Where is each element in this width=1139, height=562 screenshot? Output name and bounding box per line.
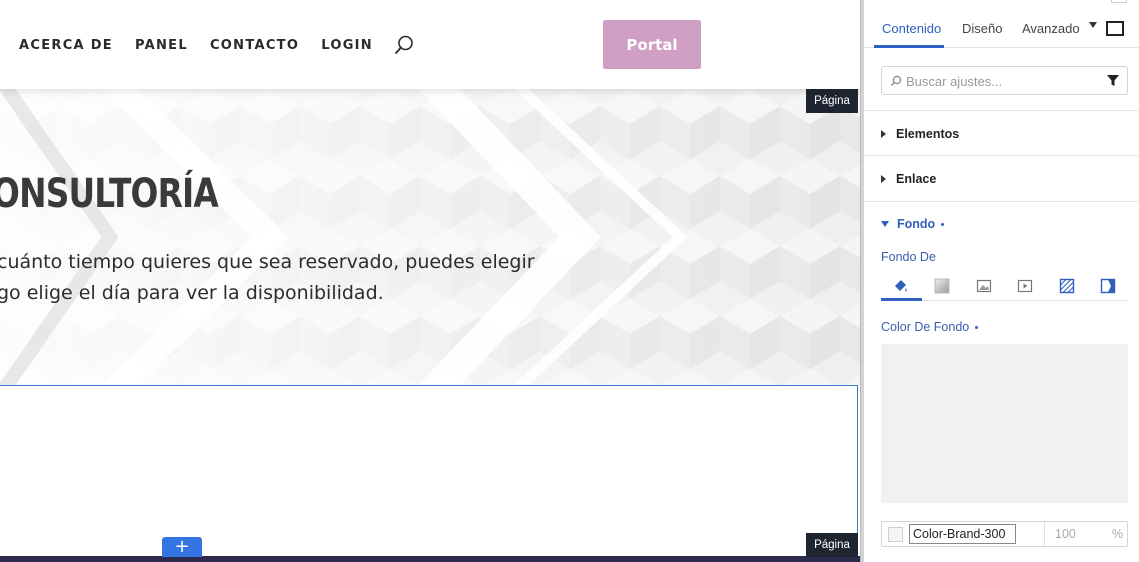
section-fondo-header[interactable]: Fondo bbox=[881, 216, 945, 232]
panel-tabs: Contenido Diseño Avanzado bbox=[864, 0, 1139, 48]
active-tab-indicator bbox=[874, 45, 944, 48]
caret-right-icon bbox=[881, 175, 886, 183]
filter-icon[interactable] bbox=[1107, 75, 1119, 87]
selected-empty-section[interactable] bbox=[0, 385, 858, 557]
top-edge-mark bbox=[1111, 0, 1127, 3]
opacity-input[interactable]: 100 bbox=[1055, 527, 1076, 541]
section-elementos-header: Elementos bbox=[881, 126, 959, 142]
settings-search bbox=[881, 66, 1128, 95]
main-nav: ACERCA DE PANEL CONTACTO LOGIN bbox=[19, 34, 415, 56]
tab-diseno[interactable]: Diseño bbox=[962, 21, 1002, 36]
section-enlace-header: Enlace bbox=[881, 171, 936, 187]
hero-background-pattern bbox=[0, 89, 860, 385]
pattern-icon[interactable] bbox=[1059, 278, 1075, 294]
footer-strip bbox=[0, 556, 860, 562]
responsive-toggle-icon[interactable] bbox=[1106, 21, 1124, 36]
overlay-icon[interactable] bbox=[1100, 278, 1116, 294]
hero-title: ONSULTORÍA bbox=[0, 171, 219, 217]
color-value-row: Color-Brand-300 100 % bbox=[881, 521, 1128, 547]
section-elementos-label: Elementos bbox=[896, 127, 960, 141]
section-enlace[interactable]: Enlace bbox=[864, 155, 1139, 201]
page-tag-top[interactable]: Página bbox=[806, 89, 858, 113]
tab-contenido[interactable]: Contenido bbox=[882, 21, 941, 36]
caret-right-icon bbox=[881, 130, 886, 138]
fondo-de-label: Fondo De bbox=[881, 250, 936, 264]
settings-panel: Contenido Diseño Avanzado Elementos bbox=[864, 0, 1139, 562]
color-picker-area[interactable] bbox=[881, 344, 1128, 503]
modified-dot bbox=[941, 222, 945, 226]
background-type-selector bbox=[881, 274, 1128, 301]
color-de-fondo-text: Color De Fondo bbox=[881, 320, 970, 334]
search-icon[interactable] bbox=[393, 34, 415, 56]
hero-description: cuánto tiempo quieres que sea reservado,… bbox=[0, 247, 597, 309]
tab-avanzado[interactable]: Avanzado bbox=[1022, 21, 1080, 36]
page-tag-bottom[interactable]: Página bbox=[806, 533, 858, 557]
hero-section[interactable]: ONSULTORÍA cuánto tiempo quieres que sea… bbox=[0, 89, 860, 385]
color-de-fondo-label: Color De Fondo bbox=[881, 320, 979, 334]
app-root: ACERCA DE PANEL CONTACTO LOGIN Portal ON… bbox=[0, 0, 1139, 562]
nav-link-contacto[interactable]: CONTACTO bbox=[210, 38, 299, 53]
site-header: ACERCA DE PANEL CONTACTO LOGIN Portal bbox=[0, 0, 860, 89]
nav-link-login[interactable]: LOGIN bbox=[321, 38, 373, 53]
section-enlace-label: Enlace bbox=[896, 172, 937, 186]
section-fondo-label: Fondo bbox=[897, 217, 936, 231]
nav-link-acerca[interactable]: ACERCA DE bbox=[19, 38, 113, 53]
editor-canvas[interactable]: ACERCA DE PANEL CONTACTO LOGIN Portal ON… bbox=[0, 0, 860, 562]
settings-search-input[interactable] bbox=[906, 72, 1096, 90]
gradient-icon[interactable] bbox=[934, 278, 950, 294]
section-elementos[interactable]: Elementos bbox=[864, 110, 1139, 155]
image-icon[interactable] bbox=[976, 278, 992, 294]
color-name-field[interactable]: Color-Brand-300 bbox=[909, 524, 1016, 544]
color-swatch[interactable] bbox=[888, 527, 903, 542]
add-section-button[interactable]: + bbox=[162, 537, 202, 557]
chevron-down-icon[interactable] bbox=[1089, 22, 1097, 28]
divider bbox=[1044, 522, 1045, 546]
portal-button[interactable]: Portal bbox=[603, 20, 701, 69]
modified-dot bbox=[975, 325, 979, 329]
caret-down-icon bbox=[881, 221, 889, 227]
video-icon[interactable] bbox=[1017, 278, 1033, 294]
nav-link-panel[interactable]: PANEL bbox=[135, 38, 188, 53]
hero-description-line-1: cuánto tiempo quieres que sea reservado,… bbox=[0, 251, 535, 273]
hero-description-line-2: go elige el día para ver la disponibilid… bbox=[0, 282, 384, 304]
fill-icon[interactable] bbox=[893, 278, 909, 294]
active-bg-type-indicator bbox=[881, 298, 922, 301]
search-icon bbox=[890, 75, 902, 86]
opacity-unit: % bbox=[1112, 527, 1124, 541]
